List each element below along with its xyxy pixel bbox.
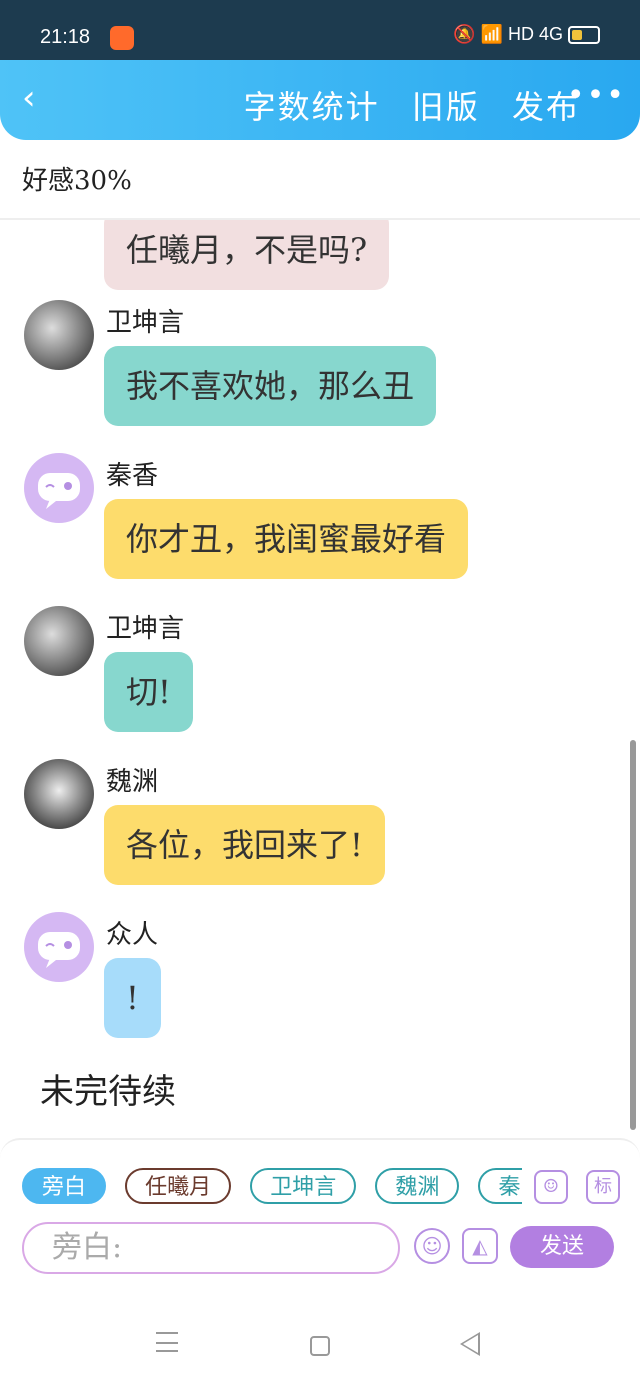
role-chip-ren-xiyue[interactable]: 任曦月 [125, 1168, 232, 1204]
menu-icon[interactable] [156, 1332, 178, 1352]
message-bubble[interactable]: 你才丑，我闺蜜最好看 [104, 499, 469, 579]
scrollbar[interactable] [630, 740, 636, 1130]
message-input[interactable]: 旁白: [22, 1222, 400, 1274]
to-be-continued-label: 未完待续 [40, 1072, 176, 1112]
system-nav-bar [0, 1280, 640, 1387]
signal-label: 4G [538, 24, 563, 44]
network-label: HD [507, 24, 534, 44]
app-notification-icon [110, 26, 134, 50]
old-version-button[interactable]: 旧版 [412, 88, 480, 126]
speaker-name: 卫坤言 [106, 614, 185, 644]
word-count-button[interactable]: 字数统计 [244, 88, 380, 126]
battery-icon [568, 26, 600, 45]
avatar[interactable] [24, 300, 94, 370]
back-nav-icon[interactable] [460, 1332, 480, 1356]
wifi-icon: 📶 [480, 24, 503, 44]
header-actions: 字数统计 旧版 发布 [224, 82, 580, 128]
send-button[interactable]: 发送 [510, 1226, 614, 1268]
message-bubble[interactable]: 各位，我回来了! [104, 805, 385, 885]
more-icon[interactable]: ••• [567, 78, 626, 113]
status-time: 21:18 [40, 26, 91, 48]
speaker-name: 秦香 [106, 461, 159, 491]
chat-bubble-icon [38, 473, 80, 509]
back-icon[interactable]: ‹ [22, 78, 62, 118]
favor-label: 好感30% [22, 166, 132, 196]
avatar[interactable] [24, 453, 94, 523]
avatar[interactable] [24, 912, 94, 982]
role-manage-icon[interactable]: ☺ [534, 1170, 568, 1204]
role-chip-wei-kunyan[interactable]: 卫坤言 [250, 1168, 357, 1204]
speaker-name: 魏渊 [106, 767, 159, 797]
message-bubble[interactable]: 任曦月，不是吗? [104, 220, 390, 290]
mute-icon: 🔕 [453, 24, 476, 44]
role-chip-qin[interactable]: 秦 [478, 1168, 522, 1204]
avatar[interactable] [24, 606, 94, 676]
chat-bubble-icon [38, 932, 80, 968]
chat-list[interactable]: 任曦月，不是吗? 卫坤言 我不喜欢她，那么丑 秦香 你才丑，我闺蜜最好看 卫坤言… [0, 220, 620, 1120]
home-icon[interactable] [310, 1336, 330, 1356]
message-bubble[interactable]: ! [104, 958, 161, 1038]
speaker-name: 众人 [106, 920, 159, 950]
speaker-name: 卫坤言 [106, 308, 185, 338]
composer: 旁白 任曦月 卫坤言 魏渊 秦 ☺ 标 旁白: ☺ ◭ 发送 [0, 1138, 640, 1280]
status-bar: 21:18 🔕 📶 HD 4G [0, 0, 640, 60]
role-chip-narration[interactable]: 旁白 [22, 1168, 107, 1204]
message-bubble[interactable]: 我不喜欢她，那么丑 [104, 346, 437, 426]
avatar[interactable] [24, 759, 94, 829]
message-bubble[interactable]: 切! [104, 652, 193, 732]
role-selector: 旁白 任曦月 卫坤言 魏渊 秦 [22, 1168, 522, 1208]
status-icons: 🔕 📶 HD 4G [453, 24, 600, 45]
role-chip-wei-yuan[interactable]: 魏渊 [375, 1168, 460, 1204]
image-icon[interactable]: ◭ [462, 1228, 498, 1264]
app-header: ‹ 字数统计 旧版 发布 ••• [0, 60, 640, 140]
emoji-icon[interactable]: ☺ [414, 1228, 450, 1264]
tag-button[interactable]: 标 [586, 1170, 620, 1204]
